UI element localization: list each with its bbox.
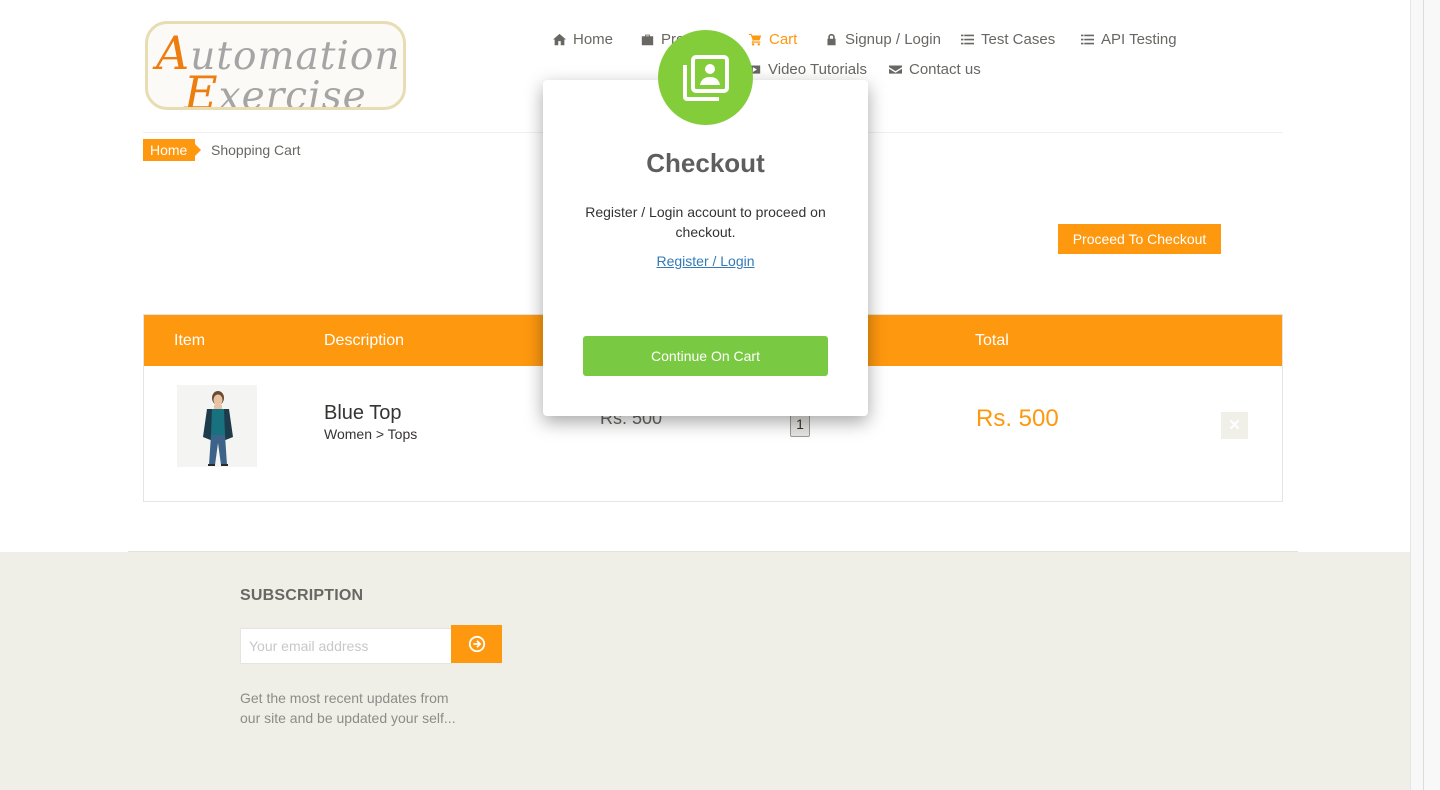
logo-cap-e: E — [184, 66, 219, 110]
nav-signup-login[interactable]: Signup / Login — [825, 31, 941, 48]
footer — [0, 552, 1410, 790]
subscribe-button[interactable] — [451, 625, 502, 663]
nav-api-testing[interactable]: API Testing — [1081, 31, 1177, 48]
envelope-icon — [889, 65, 902, 74]
close-icon: ✕ — [1228, 417, 1241, 434]
site-logo[interactable]: Automation Exercise — [145, 21, 406, 110]
product-total: Rs. 500 — [976, 405, 1059, 432]
nav-test-cases[interactable]: Test Cases — [961, 31, 1055, 48]
header-item: Item — [174, 332, 206, 349]
nav-cart[interactable]: Cart — [749, 31, 797, 48]
checkout-modal: Checkout Register / Login account to pro… — [543, 80, 868, 416]
proceed-to-checkout-button[interactable]: Proceed To Checkout — [1058, 224, 1221, 254]
scrollbar-divider — [1423, 0, 1424, 790]
shopping-cart-icon — [749, 33, 762, 46]
account-box-icon — [682, 54, 729, 101]
register-login-link[interactable]: Register / Login — [543, 253, 868, 269]
product-photo-woman-blue-top — [177, 385, 257, 467]
subscription-title: SUBSCRIPTION — [240, 587, 364, 604]
header-description: Description — [324, 332, 405, 349]
nav-api-testing-label: API Testing — [1101, 31, 1177, 48]
arrow-circle-right-icon — [468, 635, 485, 653]
nav-cart-label: Cart — [769, 31, 798, 48]
nav-home[interactable]: Home — [553, 31, 613, 48]
product-category: Women > Tops — [324, 426, 418, 442]
modal-title: Checkout — [646, 148, 765, 178]
list-icon — [961, 34, 974, 45]
continue-on-cart-button[interactable]: Continue On Cart — [583, 336, 828, 376]
logo-word-exercise: xercise — [218, 74, 367, 110]
modal-message: Register / Login account to proceed on c… — [585, 204, 826, 240]
logo-line-2: Exercise — [184, 66, 367, 110]
page-scrollbar-track[interactable] — [1410, 0, 1440, 790]
product-image[interactable] — [177, 385, 257, 467]
nav-contact-label: Contact us — [909, 61, 981, 78]
subscription-description: Get the most recent updates from our sit… — [240, 690, 456, 726]
home-icon — [553, 33, 566, 46]
breadcrumb-current: Shopping Cart — [211, 142, 301, 158]
briefcase-icon — [641, 34, 654, 46]
modal-icon-badge — [658, 30, 753, 125]
lock-icon — [827, 33, 836, 46]
header-total: Total — [975, 332, 1009, 349]
nav-video-tutorials-label: Video Tutorials — [768, 61, 867, 78]
nav-signup-label: Signup / Login — [845, 31, 941, 48]
nav-test-cases-label: Test Cases — [981, 31, 1056, 48]
nav-video-tutorials[interactable]: Video Tutorials — [748, 61, 867, 78]
list-icon — [1081, 34, 1094, 45]
product-name[interactable]: Blue Top — [324, 402, 401, 425]
nav-home-label: Home — [573, 31, 614, 48]
nav-contact-us[interactable]: Contact us — [889, 61, 981, 78]
subscription-email-input[interactable] — [240, 628, 452, 664]
delete-item-button[interactable]: ✕ — [1221, 412, 1248, 439]
breadcrumb-home[interactable]: Home — [143, 139, 202, 161]
